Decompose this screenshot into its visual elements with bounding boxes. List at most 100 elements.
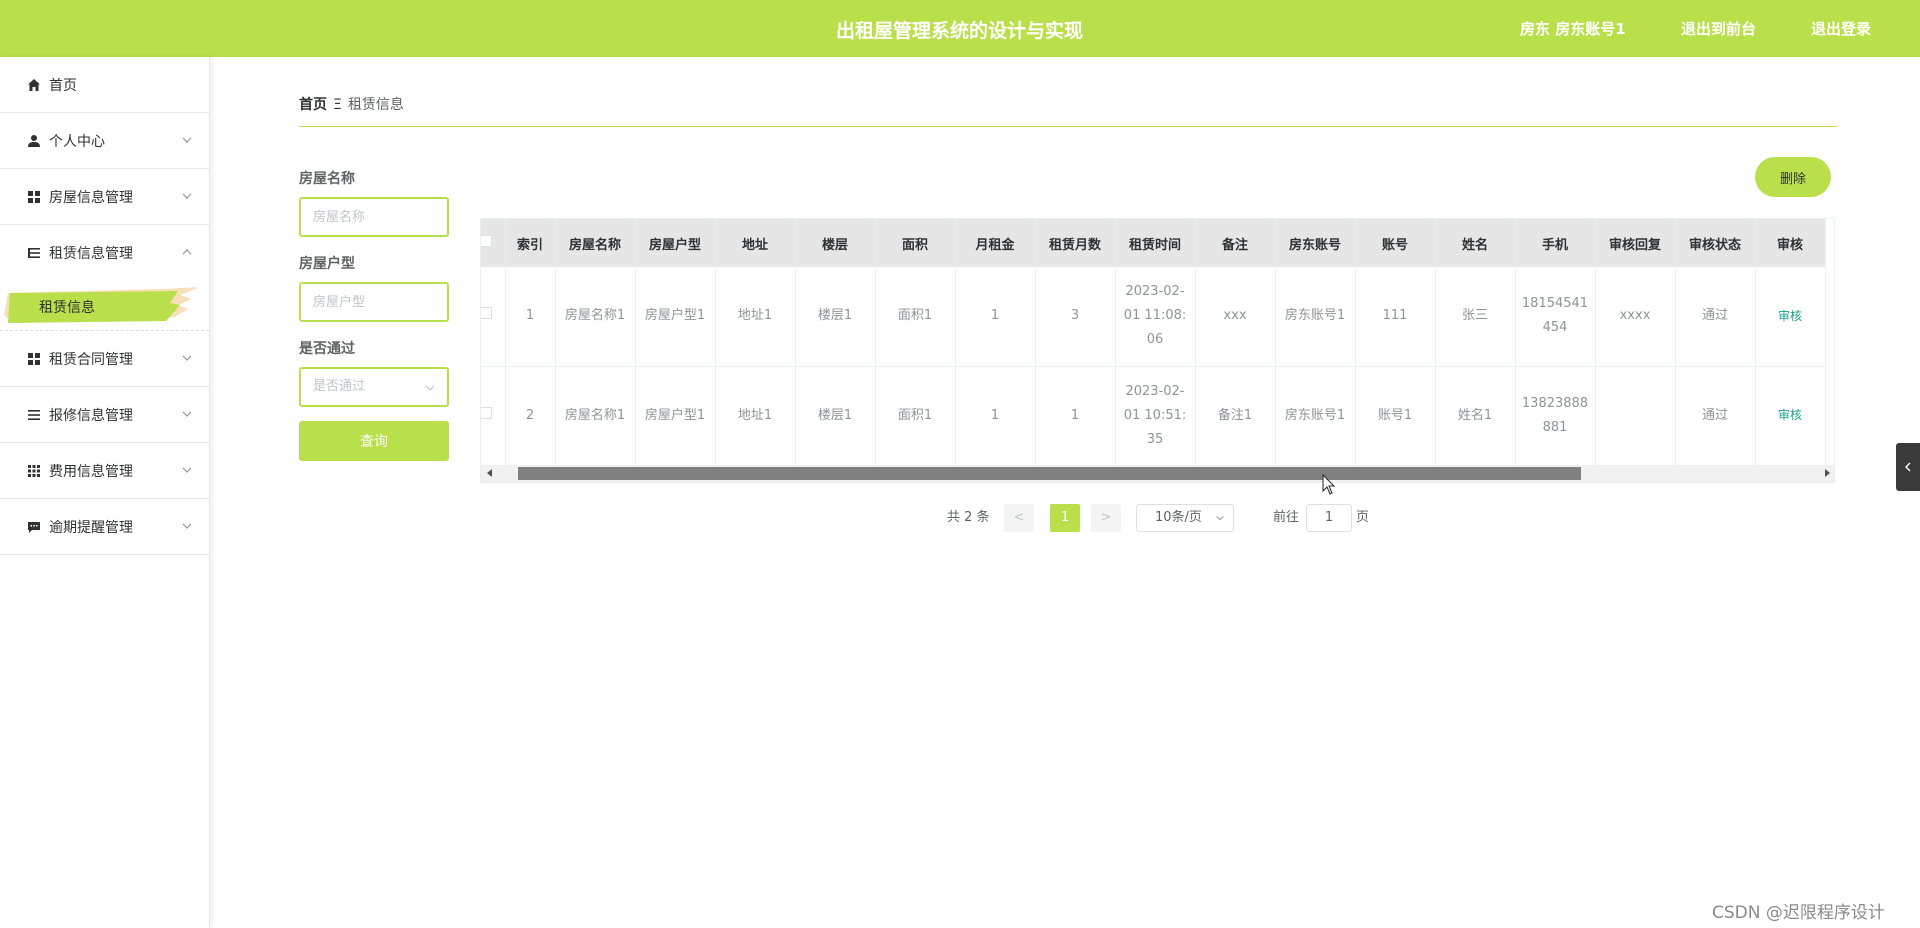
sidebar-item-label: 房屋信息管理	[49, 189, 133, 206]
lease-table: 索引 房屋名称 房屋户型 地址 楼层 面积 月租金 租赁月数 租赁时间 备注 房…	[480, 218, 1835, 483]
table-cell: 1	[1035, 366, 1116, 466]
chevron-down-icon	[182, 137, 192, 143]
active-brush-highlight	[4, 287, 197, 323]
column-header: 面积	[875, 219, 956, 267]
table-cell: 2023-02-01 11:08:06	[1115, 267, 1196, 367]
horizontal-scrollbar[interactable]	[481, 465, 1834, 482]
audit-link[interactable]: 审核	[1778, 309, 1802, 323]
column-header: 月租金	[955, 219, 1036, 267]
scroll-left-arrow[interactable]	[487, 469, 492, 477]
house-name-input[interactable]	[299, 197, 449, 237]
column-header: 审核	[1755, 219, 1826, 267]
sidebar-item-label: 个人中心	[49, 133, 105, 150]
scroll-right-arrow[interactable]	[1825, 469, 1830, 477]
sidebar-item-repair[interactable]: 报修信息管理	[0, 387, 209, 443]
table-cell: 2	[505, 366, 556, 466]
sidebar-item-overdue[interactable]: 逾期提醒管理	[0, 499, 209, 555]
sidebar-subitem-lease-info[interactable]: 租赁信息	[0, 281, 209, 331]
chevron-up-icon	[182, 249, 192, 255]
chevron-down-icon	[182, 411, 192, 417]
table-cell: 房东账号1	[1275, 366, 1356, 466]
sidebar-item-label: 租赁信息管理	[49, 246, 133, 262]
sidebar-item-contract[interactable]: 租赁合同管理	[0, 331, 209, 387]
breadcrumb-home[interactable]: 首页	[299, 97, 327, 113]
row-checkbox[interactable]	[481, 366, 506, 466]
table-cell: xxx	[1195, 267, 1276, 367]
chevron-down-icon	[182, 355, 192, 361]
sidebar-item-label: 报修信息管理	[49, 407, 133, 424]
table-cell: 1	[505, 267, 556, 367]
sidebar-item-personal-center[interactable]: 个人中心	[0, 113, 209, 169]
chevron-down-icon	[182, 523, 192, 529]
page-number[interactable]: 1	[1050, 504, 1080, 532]
column-header: 审核状态	[1675, 219, 1756, 267]
table-cell: 地址1	[715, 366, 796, 466]
delete-button[interactable]: 删除	[1755, 157, 1831, 197]
grid-icon	[27, 190, 41, 204]
apps-icon	[27, 464, 41, 478]
select-all-checkbox[interactable]	[481, 219, 506, 267]
table-cell: 通过	[1675, 267, 1756, 367]
table-cell: 通过	[1675, 366, 1756, 466]
table-cell: 111	[1355, 267, 1436, 367]
app-title: 出租屋管理系统的设计与实现	[836, 20, 1084, 42]
sidebar-item-label: 费用信息管理	[49, 463, 133, 480]
chat-icon	[27, 520, 41, 534]
mouse-cursor-icon	[1322, 474, 1336, 495]
goto-label: 前往	[1273, 510, 1300, 525]
pagination-total: 共 2 条	[947, 510, 990, 525]
pass-status-label: 是否通过	[299, 341, 355, 357]
sidebar-item-house-info[interactable]: 房屋信息管理	[0, 169, 209, 225]
house-type-label: 房屋户型	[299, 256, 355, 272]
table-cell: 18154541454	[1515, 267, 1596, 367]
home-icon	[27, 78, 41, 92]
table-cell: 房屋名称1	[555, 366, 636, 466]
exit-to-front-link[interactable]: 退出到前台	[1681, 18, 1756, 39]
table-cell: 3	[1035, 267, 1116, 367]
list-icon	[27, 246, 41, 260]
page-size-select[interactable]: 10条/页	[1136, 504, 1234, 532]
table-cell: 面积1	[875, 267, 956, 367]
next-page-button[interactable]: >	[1091, 504, 1121, 532]
breadcrumb: 首页 Ξ 租赁信息	[299, 94, 1837, 127]
watermark: CSDN @迟限程序设计	[1712, 903, 1885, 923]
sidebar-item-home[interactable]: 首页	[0, 57, 209, 113]
row-checkbox[interactable]	[481, 267, 506, 367]
column-header: 房屋名称	[555, 219, 636, 267]
sidebar-item-fee[interactable]: 费用信息管理	[0, 443, 209, 499]
current-user: 房东 房东账号1	[1520, 20, 1626, 38]
page-size-value: 10条/页	[1155, 510, 1202, 525]
column-header: 备注	[1195, 219, 1276, 267]
column-header: 房屋户型	[635, 219, 716, 267]
table-cell: 姓名1	[1435, 366, 1516, 466]
scrollbar-thumb[interactable]	[518, 467, 1581, 480]
column-header: 租赁时间	[1115, 219, 1196, 267]
house-name-label: 房屋名称	[299, 171, 355, 187]
chevron-down-icon	[1216, 515, 1224, 521]
top-header: 出租屋管理系统的设计与实现 房东 房东账号1 退出到前台 退出登录	[0, 0, 1920, 57]
table-cell: 房屋名称1	[555, 267, 636, 367]
side-panel-toggle[interactable]	[1896, 443, 1920, 491]
table-cell: 房东账号1	[1275, 267, 1356, 367]
prev-page-button[interactable]: <	[1004, 504, 1034, 532]
column-header: 手机	[1515, 219, 1596, 267]
sidebar-item-lease-info[interactable]: 租赁信息管理	[0, 225, 209, 281]
column-header: 租赁月数	[1035, 219, 1116, 267]
sidebar-item-label: 首页	[49, 77, 77, 94]
audit-link[interactable]: 审核	[1778, 408, 1802, 422]
query-button[interactable]: 查询	[299, 421, 449, 461]
list-icon	[27, 408, 41, 422]
table-cell: 审核	[1755, 366, 1826, 466]
grid-icon	[27, 352, 41, 366]
table-cell: 楼层1	[795, 267, 876, 367]
table-cell: 2023-02-01 10:51:35	[1115, 366, 1196, 466]
table-cell: 1	[955, 366, 1036, 466]
logout-link[interactable]: 退出登录	[1811, 18, 1871, 39]
chevron-down-icon	[425, 385, 435, 391]
goto-page-input[interactable]: 1	[1306, 504, 1352, 532]
table-row: 2 房屋名称1 房屋户型1 地址1 楼层1 面积1 1 1 2023-02-01…	[481, 366, 1826, 466]
chevron-down-icon	[182, 193, 192, 199]
chevron-left-icon	[1905, 462, 1911, 472]
house-type-input[interactable]	[299, 282, 449, 322]
table-cell: 房屋户型1	[635, 267, 716, 367]
